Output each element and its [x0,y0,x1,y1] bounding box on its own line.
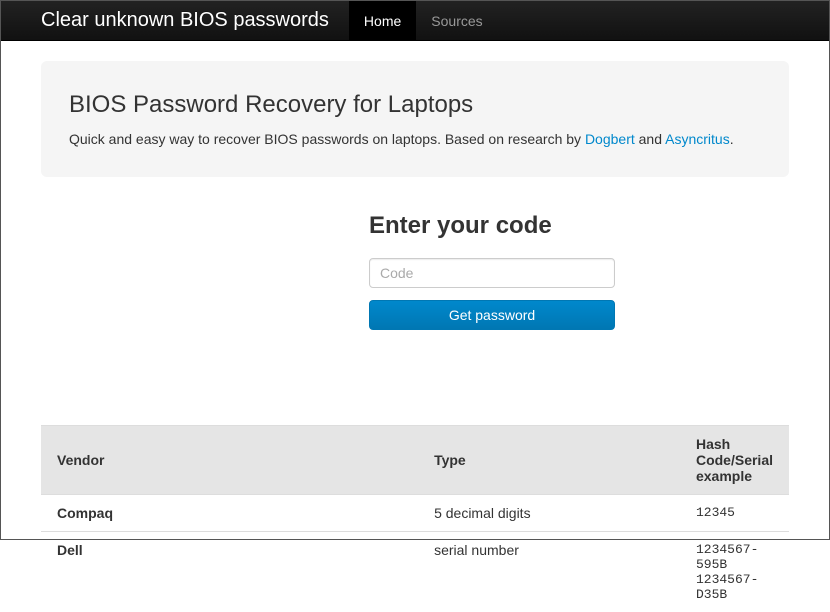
vendor-table: Vendor Type Hash Code/Serial example Com… [41,425,789,612]
cell-vendor: Dell [41,532,418,612]
th-vendor: Vendor [41,426,418,495]
form-heading: Enter your code [369,212,615,240]
hero-text-prefix: Quick and easy way to recover BIOS passw… [69,131,585,147]
hero-lead: Quick and easy way to recover BIOS passw… [69,131,761,147]
code-input[interactable] [369,258,615,288]
hero-text-suffix: . [730,131,734,147]
table-row: Dell serial number 1234567-595B 1234567-… [41,532,789,612]
table-row: Compaq 5 decimal digits 12345 [41,495,789,532]
hero-unit: BIOS Password Recovery for Laptops Quick… [41,61,789,177]
page-title: BIOS Password Recovery for Laptops [69,91,761,119]
nav-sources[interactable]: Sources [416,1,497,41]
navbar: Clear unknown BIOS passwords Home Source… [1,1,829,41]
main-container: BIOS Password Recovery for Laptops Quick… [1,61,829,612]
link-dogbert[interactable]: Dogbert [585,131,635,147]
cell-type: serial number [418,532,680,612]
th-example: Hash Code/Serial example [680,426,789,495]
cell-example: 12345 [680,495,789,532]
nav-home[interactable]: Home [349,1,416,41]
cell-type: 5 decimal digits [418,495,680,532]
th-type: Type [418,426,680,495]
cell-vendor: Compaq [41,495,418,532]
hero-text-mid: and [635,131,665,147]
get-password-button[interactable]: Get password [369,300,615,330]
code-form: Enter your code Get password [369,212,615,330]
cell-example: 1234567-595B 1234567-D35B [680,532,789,612]
table-header-row: Vendor Type Hash Code/Serial example [41,426,789,495]
brand-title[interactable]: Clear unknown BIOS passwords [41,9,329,32]
link-asyncritus[interactable]: Asyncritus [665,131,730,147]
